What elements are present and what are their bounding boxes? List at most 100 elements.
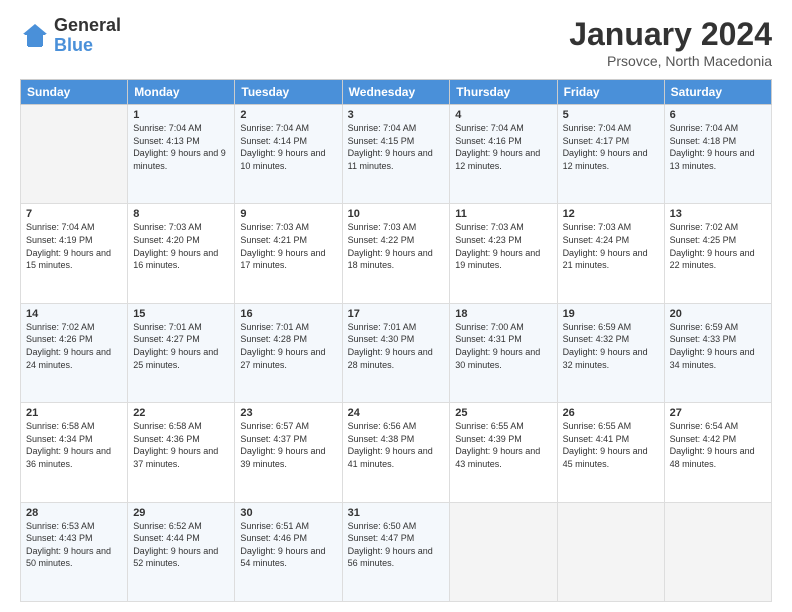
day-number: 18 <box>455 308 551 320</box>
logo-icon <box>20 21 50 51</box>
calendar-cell: 30Sunrise: 6:51 AMSunset: 4:46 PMDayligh… <box>235 502 342 601</box>
day-info: Sunrise: 6:55 AMSunset: 4:39 PMDaylight:… <box>455 420 551 470</box>
calendar-cell: 16Sunrise: 7:01 AMSunset: 4:28 PMDayligh… <box>235 303 342 402</box>
day-info: Sunrise: 6:51 AMSunset: 4:46 PMDaylight:… <box>240 520 336 570</box>
day-number: 22 <box>133 407 229 419</box>
calendar-cell: 12Sunrise: 7:03 AMSunset: 4:24 PMDayligh… <box>557 204 664 303</box>
calendar-cell: 26Sunrise: 6:55 AMSunset: 4:41 PMDayligh… <box>557 403 664 502</box>
calendar-week-2: 7Sunrise: 7:04 AMSunset: 4:19 PMDaylight… <box>21 204 772 303</box>
calendar-header-saturday: Saturday <box>664 80 771 105</box>
day-info: Sunrise: 7:02 AMSunset: 4:26 PMDaylight:… <box>26 321 122 371</box>
calendar-cell: 31Sunrise: 6:50 AMSunset: 4:47 PMDayligh… <box>342 502 450 601</box>
day-info: Sunrise: 6:54 AMSunset: 4:42 PMDaylight:… <box>670 420 766 470</box>
day-number: 23 <box>240 407 336 419</box>
calendar-cell: 22Sunrise: 6:58 AMSunset: 4:36 PMDayligh… <box>128 403 235 502</box>
day-info: Sunrise: 6:59 AMSunset: 4:32 PMDaylight:… <box>563 321 659 371</box>
day-number: 14 <box>26 308 122 320</box>
day-info: Sunrise: 7:01 AMSunset: 4:28 PMDaylight:… <box>240 321 336 371</box>
day-info: Sunrise: 6:52 AMSunset: 4:44 PMDaylight:… <box>133 520 229 570</box>
calendar-cell: 11Sunrise: 7:03 AMSunset: 4:23 PMDayligh… <box>450 204 557 303</box>
day-number: 24 <box>348 407 445 419</box>
calendar-cell: 13Sunrise: 7:02 AMSunset: 4:25 PMDayligh… <box>664 204 771 303</box>
day-number: 4 <box>455 109 551 121</box>
calendar-cell: 21Sunrise: 6:58 AMSunset: 4:34 PMDayligh… <box>21 403 128 502</box>
calendar-cell <box>557 502 664 601</box>
calendar-cell <box>450 502 557 601</box>
calendar-cell: 10Sunrise: 7:03 AMSunset: 4:22 PMDayligh… <box>342 204 450 303</box>
day-info: Sunrise: 7:04 AMSunset: 4:18 PMDaylight:… <box>670 122 766 172</box>
day-info: Sunrise: 6:55 AMSunset: 4:41 PMDaylight:… <box>563 420 659 470</box>
day-info: Sunrise: 6:56 AMSunset: 4:38 PMDaylight:… <box>348 420 445 470</box>
calendar-cell: 7Sunrise: 7:04 AMSunset: 4:19 PMDaylight… <box>21 204 128 303</box>
calendar-week-3: 14Sunrise: 7:02 AMSunset: 4:26 PMDayligh… <box>21 303 772 402</box>
day-number: 7 <box>26 208 122 220</box>
day-number: 30 <box>240 507 336 519</box>
day-number: 6 <box>670 109 766 121</box>
day-info: Sunrise: 7:04 AMSunset: 4:19 PMDaylight:… <box>26 221 122 271</box>
calendar-header-thursday: Thursday <box>450 80 557 105</box>
day-info: Sunrise: 6:57 AMSunset: 4:37 PMDaylight:… <box>240 420 336 470</box>
calendar-header-tuesday: Tuesday <box>235 80 342 105</box>
calendar-cell: 24Sunrise: 6:56 AMSunset: 4:38 PMDayligh… <box>342 403 450 502</box>
day-number: 28 <box>26 507 122 519</box>
day-info: Sunrise: 6:50 AMSunset: 4:47 PMDaylight:… <box>348 520 445 570</box>
day-number: 16 <box>240 308 336 320</box>
subtitle: Prsovce, North Macedonia <box>569 53 772 69</box>
calendar-header-row: SundayMondayTuesdayWednesdayThursdayFrid… <box>21 80 772 105</box>
day-number: 12 <box>563 208 659 220</box>
day-info: Sunrise: 7:04 AMSunset: 4:17 PMDaylight:… <box>563 122 659 172</box>
calendar-header-sunday: Sunday <box>21 80 128 105</box>
logo-blue-text: Blue <box>54 36 121 56</box>
page: General Blue January 2024 Prsovce, North… <box>0 0 792 612</box>
day-info: Sunrise: 7:04 AMSunset: 4:16 PMDaylight:… <box>455 122 551 172</box>
day-info: Sunrise: 7:03 AMSunset: 4:23 PMDaylight:… <box>455 221 551 271</box>
calendar-cell: 15Sunrise: 7:01 AMSunset: 4:27 PMDayligh… <box>128 303 235 402</box>
calendar-cell: 19Sunrise: 6:59 AMSunset: 4:32 PMDayligh… <box>557 303 664 402</box>
day-info: Sunrise: 7:03 AMSunset: 4:20 PMDaylight:… <box>133 221 229 271</box>
calendar-cell: 17Sunrise: 7:01 AMSunset: 4:30 PMDayligh… <box>342 303 450 402</box>
calendar-cell: 9Sunrise: 7:03 AMSunset: 4:21 PMDaylight… <box>235 204 342 303</box>
calendar-cell: 25Sunrise: 6:55 AMSunset: 4:39 PMDayligh… <box>450 403 557 502</box>
day-info: Sunrise: 6:53 AMSunset: 4:43 PMDaylight:… <box>26 520 122 570</box>
calendar-cell: 2Sunrise: 7:04 AMSunset: 4:14 PMDaylight… <box>235 105 342 204</box>
day-number: 8 <box>133 208 229 220</box>
day-number: 13 <box>670 208 766 220</box>
day-info: Sunrise: 7:03 AMSunset: 4:24 PMDaylight:… <box>563 221 659 271</box>
day-number: 19 <box>563 308 659 320</box>
day-info: Sunrise: 7:04 AMSunset: 4:14 PMDaylight:… <box>240 122 336 172</box>
calendar-week-4: 21Sunrise: 6:58 AMSunset: 4:34 PMDayligh… <box>21 403 772 502</box>
title-block: January 2024 Prsovce, North Macedonia <box>569 16 772 69</box>
calendar-header-wednesday: Wednesday <box>342 80 450 105</box>
calendar-cell <box>21 105 128 204</box>
calendar-cell: 8Sunrise: 7:03 AMSunset: 4:20 PMDaylight… <box>128 204 235 303</box>
day-info: Sunrise: 7:04 AMSunset: 4:13 PMDaylight:… <box>133 122 229 172</box>
calendar-cell: 4Sunrise: 7:04 AMSunset: 4:16 PMDaylight… <box>450 105 557 204</box>
day-number: 29 <box>133 507 229 519</box>
calendar-week-5: 28Sunrise: 6:53 AMSunset: 4:43 PMDayligh… <box>21 502 772 601</box>
calendar-cell <box>664 502 771 601</box>
calendar-cell: 23Sunrise: 6:57 AMSunset: 4:37 PMDayligh… <box>235 403 342 502</box>
logo: General Blue <box>20 16 121 56</box>
calendar-cell: 29Sunrise: 6:52 AMSunset: 4:44 PMDayligh… <box>128 502 235 601</box>
calendar-cell: 28Sunrise: 6:53 AMSunset: 4:43 PMDayligh… <box>21 502 128 601</box>
day-info: Sunrise: 7:02 AMSunset: 4:25 PMDaylight:… <box>670 221 766 271</box>
calendar-cell: 14Sunrise: 7:02 AMSunset: 4:26 PMDayligh… <box>21 303 128 402</box>
day-number: 10 <box>348 208 445 220</box>
calendar-cell: 6Sunrise: 7:04 AMSunset: 4:18 PMDaylight… <box>664 105 771 204</box>
calendar-table: SundayMondayTuesdayWednesdayThursdayFrid… <box>20 79 772 602</box>
calendar-cell: 20Sunrise: 6:59 AMSunset: 4:33 PMDayligh… <box>664 303 771 402</box>
day-number: 27 <box>670 407 766 419</box>
day-number: 5 <box>563 109 659 121</box>
calendar-cell: 1Sunrise: 7:04 AMSunset: 4:13 PMDaylight… <box>128 105 235 204</box>
day-info: Sunrise: 7:04 AMSunset: 4:15 PMDaylight:… <box>348 122 445 172</box>
calendar-cell: 5Sunrise: 7:04 AMSunset: 4:17 PMDaylight… <box>557 105 664 204</box>
logo-general-text: General <box>54 16 121 36</box>
day-info: Sunrise: 6:58 AMSunset: 4:34 PMDaylight:… <box>26 420 122 470</box>
calendar-header-monday: Monday <box>128 80 235 105</box>
day-info: Sunrise: 7:01 AMSunset: 4:27 PMDaylight:… <box>133 321 229 371</box>
calendar-cell: 27Sunrise: 6:54 AMSunset: 4:42 PMDayligh… <box>664 403 771 502</box>
calendar-week-1: 1Sunrise: 7:04 AMSunset: 4:13 PMDaylight… <box>21 105 772 204</box>
month-title: January 2024 <box>569 16 772 53</box>
day-number: 11 <box>455 208 551 220</box>
calendar-header-friday: Friday <box>557 80 664 105</box>
